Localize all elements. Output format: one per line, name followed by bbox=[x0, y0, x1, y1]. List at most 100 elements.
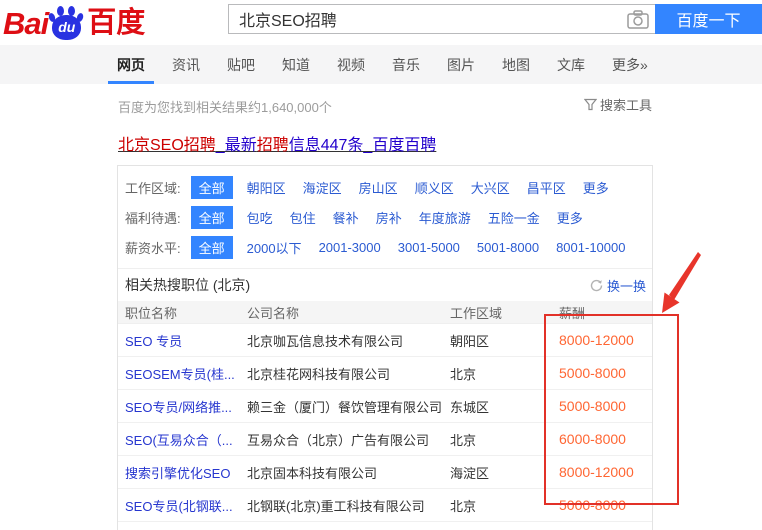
col-header-company: 公司名称 bbox=[247, 303, 450, 322]
title-text: _最新 bbox=[216, 137, 257, 154]
salary-range: 6000-8000 bbox=[559, 431, 652, 447]
company-name: 北京桂花网科技有限公司 bbox=[247, 364, 450, 383]
baidu-serp-page: Bai du 百度 百度一下 网页 资讯 贴吧 知道 视频 音乐 图片 地图 bbox=[0, 0, 762, 530]
table-header-row: 职位名称 公司名称 工作区域 薪酬 bbox=[118, 301, 652, 324]
serp-navbar: 网页 资讯 贴吧 知道 视频 音乐 图片 地图 文库 更多» bbox=[0, 45, 762, 84]
filter-option[interactable]: 年度旅游 bbox=[419, 208, 471, 227]
search-button[interactable]: 百度一下 bbox=[655, 4, 762, 34]
filter-label: 工作区域: bbox=[125, 178, 181, 197]
table-row: SEO 专员 北京咖瓦信息技术有限公司 朝阳区 8000-12000 bbox=[118, 324, 652, 357]
salary-range: 8000-12000 bbox=[559, 464, 652, 480]
filter-selected-chip[interactable]: 全部 bbox=[191, 176, 233, 199]
tab-video[interactable]: 视频 bbox=[337, 45, 365, 84]
salary-range: 8000-12000 bbox=[559, 332, 652, 348]
tab-music[interactable]: 音乐 bbox=[392, 45, 420, 84]
filter-option[interactable]: 大兴区 bbox=[471, 178, 510, 197]
result-count: 百度为您找到相关结果约1,640,000个 bbox=[118, 97, 332, 116]
tab-more[interactable]: 更多» bbox=[612, 45, 648, 84]
salary-range: 5000-8000 bbox=[559, 497, 652, 513]
company-name: 北京咖瓦信息技术有限公司 bbox=[247, 331, 450, 350]
filter-option[interactable]: 朝阳区 bbox=[247, 178, 286, 197]
job-link[interactable]: 搜索引擎优化SEO bbox=[125, 463, 247, 482]
job-link[interactable]: SEO专员(北钢联... bbox=[125, 496, 247, 515]
baidu-logo[interactable]: Bai du 百度 bbox=[3, 4, 145, 42]
filter-option[interactable]: 五险一金 bbox=[488, 208, 540, 227]
filter-option[interactable]: 5001-8000 bbox=[477, 240, 539, 255]
search-input[interactable] bbox=[228, 4, 655, 34]
tab-images[interactable]: 图片 bbox=[447, 45, 475, 84]
tab-news[interactable]: 资讯 bbox=[172, 45, 200, 84]
filter-label: 薪资水平: bbox=[125, 238, 181, 257]
baidu-paw-icon: du bbox=[49, 4, 85, 42]
filter-option[interactable]: 顺义区 bbox=[415, 178, 454, 197]
job-link[interactable]: SEO 专员 bbox=[125, 331, 247, 350]
table-row: SEOSEM专员(桂... 北京桂花网科技有限公司 北京 5000-8000 bbox=[118, 357, 652, 390]
filter-selected-chip[interactable]: 全部 bbox=[191, 206, 233, 229]
title-highlight: 北京SEO招聘 bbox=[118, 137, 216, 154]
filter-row-salary: 薪资水平: 全部 2000以下 2001-3000 3001-5000 5001… bbox=[118, 232, 652, 262]
filter-label: 福利待遇: bbox=[125, 208, 181, 227]
work-region: 北京 bbox=[450, 430, 559, 449]
nav-tabs: 网页 资讯 贴吧 知道 视频 音乐 图片 地图 文库 更多» bbox=[117, 45, 675, 84]
job-link[interactable]: SEO(互易众合（... bbox=[125, 430, 247, 449]
search-tools-label: 搜索工具 bbox=[600, 95, 652, 114]
tab-maps[interactable]: 地图 bbox=[502, 45, 530, 84]
logo-bai-text: Bai bbox=[3, 6, 48, 42]
filter-option[interactable]: 包吃 bbox=[247, 208, 273, 227]
filter-option[interactable]: 8001-10000 bbox=[556, 240, 625, 255]
hot-jobs-header: 相关热搜职位 (北京) 换一换 bbox=[118, 269, 652, 301]
work-region: 朝阳区 bbox=[450, 331, 559, 350]
filter-option-more[interactable]: 更多 bbox=[583, 178, 609, 197]
filter-option-more[interactable]: 更多 bbox=[557, 208, 583, 227]
tab-webpage[interactable]: 网页 bbox=[117, 45, 145, 84]
filter-option[interactable]: 海淀区 bbox=[303, 178, 342, 197]
filter-option[interactable]: 房补 bbox=[376, 208, 402, 227]
filter-option[interactable]: 餐补 bbox=[333, 208, 359, 227]
camera-icon[interactable] bbox=[627, 8, 651, 30]
filter-section: 工作区域: 全部 朝阳区 海淀区 房山区 顺义区 大兴区 昌平区 更多 福利待遇… bbox=[118, 166, 652, 262]
funnel-icon bbox=[584, 98, 597, 111]
hot-jobs-title: 相关热搜职位 (北京) bbox=[125, 275, 250, 295]
search-tools-button[interactable]: 搜索工具 bbox=[584, 95, 652, 114]
table-row: SEO专员(北钢联... 北钢联(北京)重工科技有限公司 北京 5000-800… bbox=[118, 489, 652, 522]
refresh-button[interactable]: 换一换 bbox=[590, 276, 646, 295]
col-header-job: 职位名称 bbox=[125, 303, 247, 322]
work-region: 海淀区 bbox=[450, 463, 559, 482]
job-widget-card: 工作区域: 全部 朝阳区 海淀区 房山区 顺义区 大兴区 昌平区 更多 福利待遇… bbox=[117, 165, 653, 530]
col-header-region: 工作区域 bbox=[450, 303, 559, 322]
job-link[interactable]: SEOSEM专员(桂... bbox=[125, 364, 247, 383]
table-row: SEO专员/网络推... 赖三金（厦门）餐饮管理有限公司 东城区 5000-80… bbox=[118, 390, 652, 423]
tab-tieba[interactable]: 贴吧 bbox=[227, 45, 255, 84]
result-title-link[interactable]: 北京SEO招聘_最新招聘信息447条_百度百聘 bbox=[118, 131, 436, 155]
company-name: 北京固本科技有限公司 bbox=[247, 463, 450, 482]
filter-option[interactable]: 昌平区 bbox=[527, 178, 566, 197]
logo-cn-text: 百度 bbox=[87, 4, 145, 42]
refresh-icon bbox=[590, 279, 603, 292]
active-tab-underline bbox=[108, 81, 154, 84]
logo-du-text: du bbox=[58, 19, 75, 35]
company-name: 北钢联(北京)重工科技有限公司 bbox=[247, 496, 450, 515]
tab-zhidao[interactable]: 知道 bbox=[282, 45, 310, 84]
work-region: 北京 bbox=[450, 496, 559, 515]
filter-row-region: 工作区域: 全部 朝阳区 海淀区 房山区 顺义区 大兴区 昌平区 更多 bbox=[118, 172, 652, 202]
company-name: 互易众合（北京）广告有限公司 bbox=[247, 430, 450, 449]
filter-selected-chip[interactable]: 全部 bbox=[191, 236, 233, 259]
filter-option[interactable]: 2000以下 bbox=[247, 238, 302, 257]
salary-range: 5000-8000 bbox=[559, 398, 652, 414]
job-link[interactable]: SEO专员/网络推... bbox=[125, 397, 247, 416]
table-row: SEO(互易众合（... 互易众合（北京）广告有限公司 北京 6000-8000 bbox=[118, 423, 652, 456]
table-row: 搜索引擎优化SEO 北京固本科技有限公司 海淀区 8000-12000 bbox=[118, 456, 652, 489]
tab-wenku[interactable]: 文库 bbox=[557, 45, 585, 84]
refresh-label: 换一换 bbox=[607, 276, 646, 295]
filter-option[interactable]: 房山区 bbox=[359, 178, 398, 197]
work-region: 东城区 bbox=[450, 397, 559, 416]
title-text: 信息447条_百度百聘 bbox=[289, 137, 437, 154]
filter-option[interactable]: 3001-5000 bbox=[398, 240, 460, 255]
company-name: 赖三金（厦门）餐饮管理有限公司 bbox=[247, 397, 450, 416]
filter-row-benefits: 福利待遇: 全部 包吃 包住 餐补 房补 年度旅游 五险一金 更多 bbox=[118, 202, 652, 232]
title-highlight: 招聘 bbox=[257, 137, 289, 154]
filter-option[interactable]: 2001-3000 bbox=[319, 240, 381, 255]
filter-option[interactable]: 包住 bbox=[290, 208, 316, 227]
salary-range: 5000-8000 bbox=[559, 365, 652, 381]
work-region: 北京 bbox=[450, 364, 559, 383]
